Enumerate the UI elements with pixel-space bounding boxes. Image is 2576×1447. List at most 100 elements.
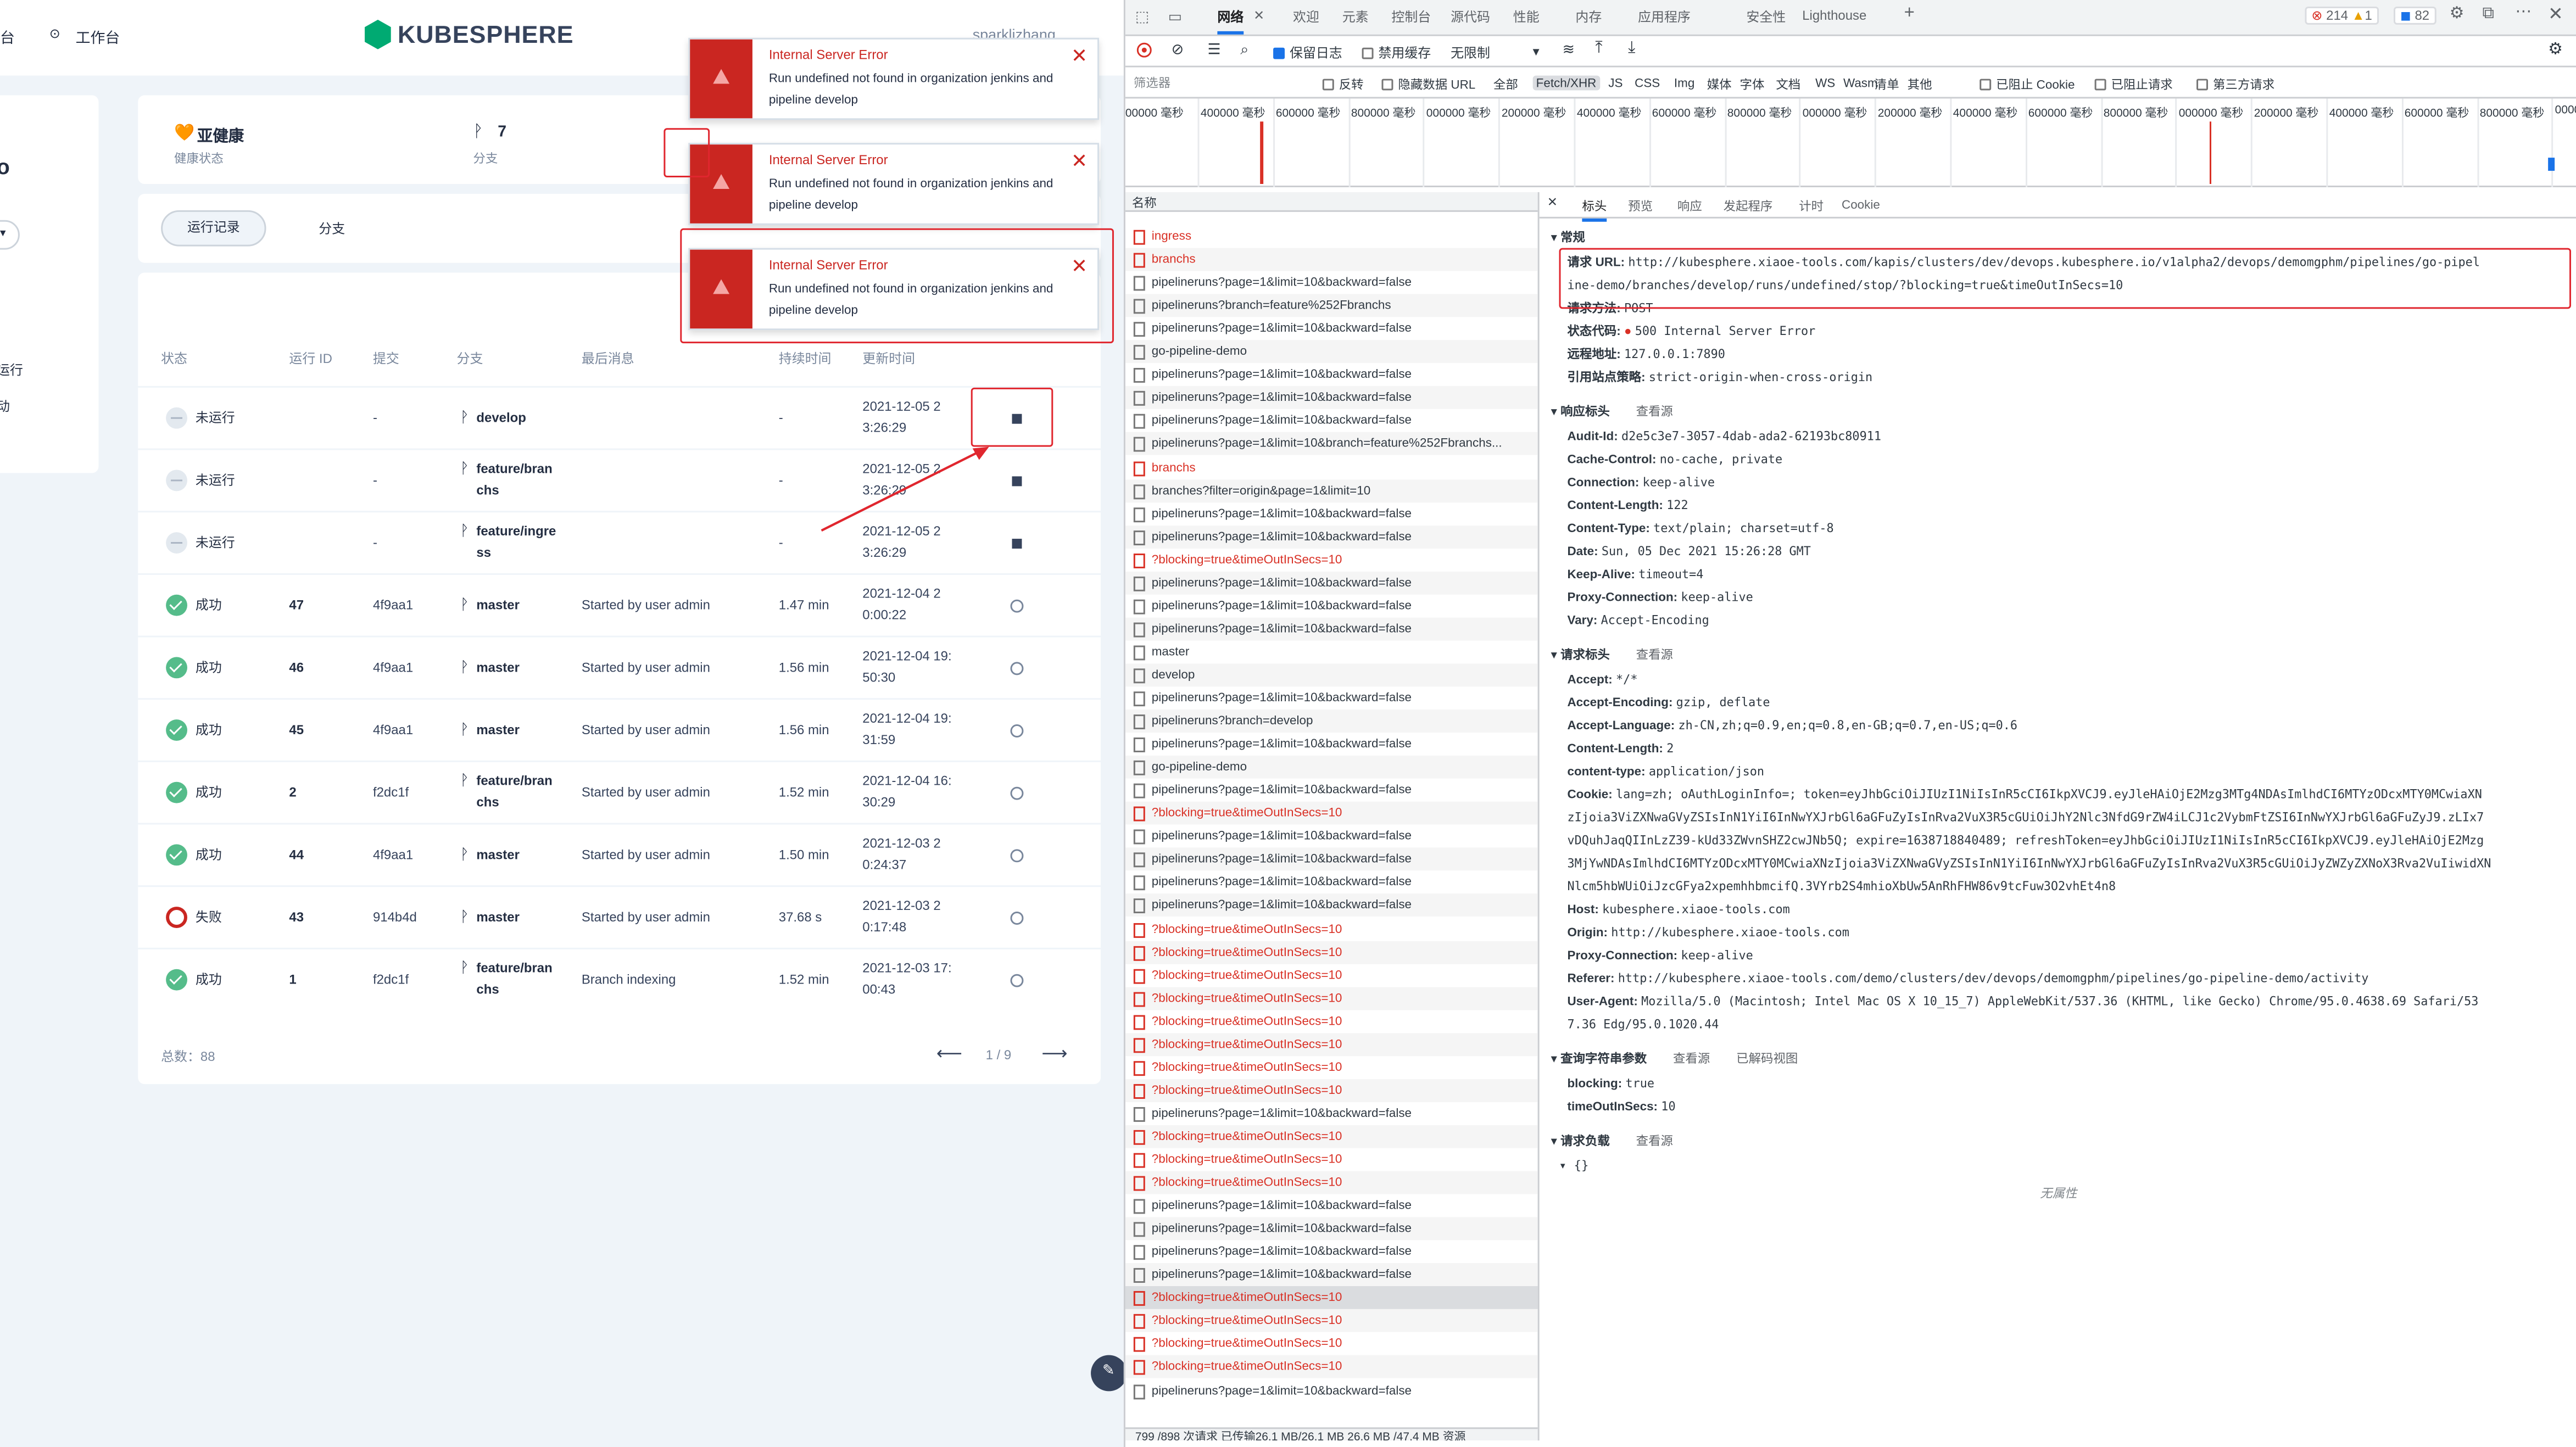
request-row[interactable]: pipelineruns?page=1&limit=10&backward=fa… — [1125, 617, 1538, 641]
request-row[interactable]: pipelineruns?page=1&limit=10&backward=fa… — [1125, 410, 1538, 433]
invert-checkbox[interactable]: 反转 — [1322, 76, 1364, 94]
request-row[interactable]: develop — [1125, 663, 1538, 687]
settings-gear-icon[interactable]: ⚙ — [2450, 5, 2465, 23]
table-row[interactable]: 成功 1 f2dc1f ᚹ feature/bran chs Branch indexin… — [138, 947, 1101, 1010]
detail-tab[interactable]: 预览 — [1628, 197, 1653, 215]
rerun-icon[interactable] — [1010, 599, 1024, 613]
filter-type-button[interactable]: Wasm — [1843, 76, 1878, 91]
filter-type-button[interactable]: WS — [1815, 76, 1835, 91]
section-header-payload[interactable]: ▾ 请求负载 查看源 — [1551, 1132, 1673, 1150]
request-row[interactable]: pipelineruns?page=1&limit=10&backward=fa… — [1125, 894, 1538, 918]
blocked-requests-checkbox[interactable]: 已阻止请求 — [2094, 76, 2173, 94]
filter-input[interactable]: 筛选器 — [1134, 74, 1170, 92]
request-row[interactable]: ?blocking=true&timeOutInSecs=10 — [1125, 1333, 1538, 1356]
nav-partial-label[interactable]: 台 — [0, 26, 15, 48]
section-header-request-headers[interactable]: ▾ 请求标头 查看源 — [1551, 645, 1673, 663]
rerun-icon[interactable] — [1010, 724, 1024, 738]
request-row[interactable]: ?blocking=true&timeOutInSecs=10 — [1125, 1125, 1538, 1148]
edit-fab-button[interactable]: ✎ — [1091, 1355, 1124, 1392]
table-row[interactable]: 未运行 - ᚹ develop - 2021-12-05 2 3:26:29 — [138, 386, 1101, 449]
info-counter[interactable]: ◼ 82 — [2393, 6, 2436, 25]
inspect-icon[interactable]: ⬚ — [1135, 8, 1149, 26]
blocked-cookies-checkbox[interactable]: 已阻止 Cookie — [1980, 76, 2075, 94]
view-source-link[interactable]: 查看源 — [1636, 647, 1673, 662]
record-icon[interactable] — [1136, 42, 1152, 58]
wifi-icon[interactable]: ≋ — [1563, 41, 1575, 59]
request-row[interactable]: pipelineruns?page=1&limit=10&backward=fa… — [1125, 271, 1538, 294]
request-row[interactable]: ?blocking=true&timeOutInSecs=10 — [1125, 1010, 1538, 1033]
view-source-link[interactable]: 查看源 — [1636, 404, 1673, 419]
run-id[interactable]: 1 — [289, 969, 296, 991]
kubesphere-logo[interactable]: KUBESPHERE — [365, 19, 573, 49]
preserve-log-checkbox[interactable]: 保留日志 — [1273, 44, 1342, 63]
request-row[interactable]: branches?filter=origin&page=1&limit=10 — [1125, 479, 1538, 502]
request-row[interactable]: pipelineruns?page=1&limit=10&backward=fa… — [1125, 848, 1538, 871]
request-row[interactable]: ingress — [1125, 225, 1538, 248]
run-id[interactable]: 44 — [289, 844, 304, 865]
devtools-tab[interactable]: 源代码 — [1451, 8, 1490, 26]
network-timeline[interactable]: 00000 毫秒 400000 毫秒 600000 毫秒 800000 毫秒 00000… — [1125, 98, 2576, 187]
filter-type-button[interactable]: 其他 — [1908, 76, 1932, 94]
request-row[interactable]: pipelineruns?page=1&limit=10&backward=fa… — [1125, 1194, 1538, 1217]
close-tab-icon[interactable]: ✕ — [1253, 8, 1264, 23]
filter-type-button[interactable]: 文档 — [1776, 76, 1800, 94]
devtools-tab[interactable]: 性能 — [1513, 8, 1540, 26]
detail-tab[interactable]: 响应 — [1677, 197, 1702, 215]
view-source-link[interactable]: 查看源 — [1636, 1133, 1673, 1148]
project-switch-button[interactable]: ▾ — [0, 220, 20, 250]
stop-run-icon[interactable] — [1012, 476, 1022, 487]
request-row[interactable]: pipelineruns?page=1&limit=10&backward=fa… — [1125, 779, 1538, 802]
request-row[interactable]: pipelineruns?page=1&limit=10&backward=fa… — [1125, 686, 1538, 709]
close-icon[interactable]: ✕ — [1071, 44, 1088, 68]
more-options-icon[interactable]: ⋯ — [2515, 3, 2532, 21]
sidebar-item-activity[interactable]: 动 — [0, 398, 10, 416]
devtools-tab[interactable]: 控制台 — [1391, 8, 1431, 26]
request-row[interactable]: ?blocking=true&timeOutInSecs=10 — [1125, 1309, 1538, 1333]
filter-type-button[interactable]: CSS — [1635, 76, 1660, 91]
run-id[interactable]: 45 — [289, 719, 304, 741]
table-row[interactable]: 成功 47 4f9aa1 ᚹ master Started by user admin 1.… — [138, 573, 1101, 636]
request-row[interactable]: ?blocking=true&timeOutInSecs=10 — [1125, 1286, 1538, 1310]
request-row[interactable]: pipelineruns?branch=feature%252Fbranchs — [1125, 294, 1538, 317]
close-detail-icon[interactable]: × — [1548, 194, 1557, 212]
request-row[interactable]: pipelineruns?page=1&limit=10&backward=fa… — [1125, 1379, 1538, 1402]
table-row[interactable]: 成功 45 4f9aa1 ᚹ master Started by user admin 1.… — [138, 698, 1101, 761]
devtools-tab[interactable]: 元素 — [1342, 8, 1369, 26]
request-row[interactable]: pipelineruns?page=1&limit=10&backward=fa… — [1125, 1217, 1538, 1241]
close-icon[interactable]: ✕ — [1071, 149, 1088, 172]
request-row[interactable]: ?blocking=true&timeOutInSecs=10 — [1125, 548, 1538, 571]
request-row[interactable]: pipelineruns?page=1&limit=10&backward=fa… — [1125, 386, 1538, 410]
request-row[interactable]: pipelineruns?page=1&limit=10&backward=fa… — [1125, 825, 1538, 848]
section-header-general[interactable]: ▾ 常规 — [1551, 228, 1585, 247]
request-row[interactable]: go-pipeline-demo — [1125, 756, 1538, 779]
rerun-icon[interactable] — [1010, 912, 1024, 925]
section-header-response-headers[interactable]: ▾ 响应标头 查看源 — [1551, 403, 1673, 421]
network-settings-icon[interactable]: ⚙ — [2548, 41, 2563, 59]
request-row[interactable]: ?blocking=true&timeOutInSecs=10 — [1125, 1171, 1538, 1194]
request-row[interactable]: pipelineruns?branch=develop — [1125, 709, 1538, 733]
stop-run-icon[interactable] — [1012, 539, 1022, 549]
request-row[interactable]: ?blocking=true&timeOutInSecs=10 — [1125, 1079, 1538, 1102]
close-devtools-icon[interactable]: ✕ — [2548, 3, 2563, 25]
request-row[interactable]: go-pipeline-demo — [1125, 340, 1538, 364]
request-row[interactable]: master — [1125, 640, 1538, 663]
run-id[interactable]: 46 — [289, 657, 304, 678]
table-row[interactable]: 成功 44 4f9aa1 ᚹ master Started by user admin 1.… — [138, 823, 1101, 886]
expand-triangle-icon[interactable]: ▾ — [1551, 230, 1561, 245]
filter-type-button[interactable]: 字体 — [1740, 76, 1765, 94]
filter-icon[interactable]: ☰ — [1207, 41, 1220, 59]
request-row[interactable]: pipelineruns?page=1&limit=10&backward=fa… — [1125, 1263, 1538, 1287]
request-row[interactable]: ?blocking=true&timeOutInSecs=10 — [1125, 964, 1538, 987]
request-row[interactable]: pipelineruns?page=1&limit=10&backward=fa… — [1125, 317, 1538, 340]
device-toolbar-icon[interactable]: ▭ — [1168, 8, 1182, 26]
table-row[interactable]: 成功 46 4f9aa1 ᚹ master Started by user admin 1.… — [138, 635, 1101, 699]
chevron-down-icon[interactable]: ▾ — [1533, 44, 1540, 59]
detail-tab[interactable]: 计时 — [1799, 197, 1824, 215]
request-row[interactable]: pipelineruns?page=1&limit=10&backward=fa… — [1125, 594, 1538, 617]
table-row[interactable]: 失败 43 914b4d ᚹ master Started by user admin 37… — [138, 885, 1101, 948]
rerun-icon[interactable] — [1010, 786, 1024, 800]
expand-triangle-icon[interactable]: ▾ — [1551, 647, 1561, 662]
tab-branches[interactable]: 分支 — [319, 220, 345, 238]
third-party-checkbox[interactable]: 第三方请求 — [2196, 76, 2274, 94]
throttle-select[interactable]: 无限制 — [1451, 44, 1490, 63]
